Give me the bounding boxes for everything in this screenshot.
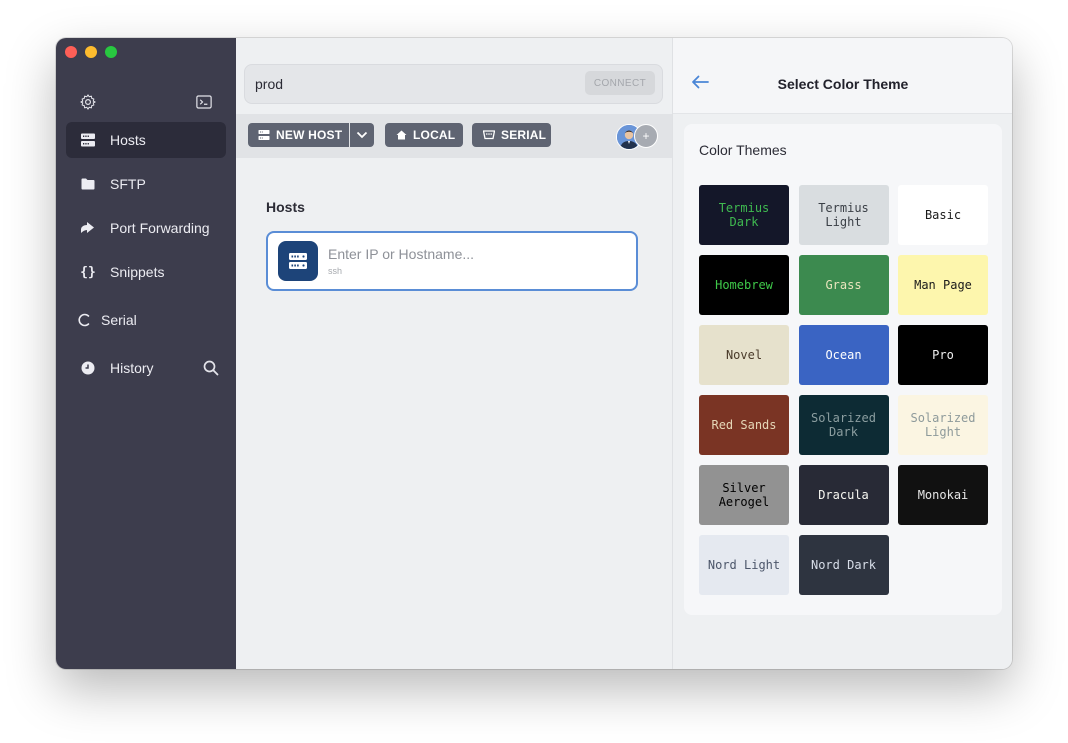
- close-window-button[interactable]: [65, 46, 77, 58]
- serial-port-icon: [483, 130, 495, 140]
- theme-tile-nord-dark[interactable]: Nord Dark: [798, 535, 889, 595]
- plus-icon: +: [642, 129, 650, 143]
- sidebar-item-port-forwarding[interactable]: Port Forwarding: [66, 210, 226, 246]
- theme-tile-silver-aerogel[interactable]: Silver Aerogel: [699, 465, 789, 525]
- theme-tile-solarized-dark[interactable]: Solarized Dark: [798, 395, 889, 455]
- server-icon: [278, 241, 318, 281]
- window-controls: [65, 46, 117, 58]
- quick-connect-bar: CONNECT: [244, 64, 663, 104]
- color-theme-panel: Select Color Theme Color Themes Termius …: [672, 38, 1012, 669]
- hostname-placeholder: Enter IP or Hostname...: [328, 246, 475, 262]
- theme-tile-termius-light[interactable]: Termius Light: [798, 185, 889, 245]
- folder-icon: [80, 176, 96, 192]
- theme-tile-dracula[interactable]: Dracula: [798, 465, 889, 525]
- main-panel: CONNECT NEW HOST LOCAL SERIAL: [236, 38, 672, 669]
- sidebar-item-label: SFTP: [110, 176, 146, 192]
- hosts-toolbar: NEW HOST LOCAL SERIAL +: [236, 114, 672, 158]
- sidebar-item-label: Hosts: [110, 132, 146, 148]
- search-icon[interactable]: [202, 359, 220, 377]
- new-host-dropdown-button[interactable]: [350, 123, 374, 147]
- server-icon: [258, 130, 270, 140]
- theme-tile-ocean[interactable]: Ocean: [798, 325, 889, 385]
- panel-title: Select Color Theme: [777, 76, 909, 92]
- theme-tile-monokai[interactable]: Monokai: [898, 465, 988, 525]
- connect-button[interactable]: CONNECT: [585, 71, 655, 95]
- new-host-label: NEW HOST: [276, 128, 343, 142]
- theme-tile-pro[interactable]: Pro: [898, 325, 988, 385]
- theme-tile-novel[interactable]: Novel: [699, 325, 789, 385]
- color-themes-card: Color Themes Termius Dark Termius Light Ba…: [684, 124, 1002, 615]
- clock-icon: [80, 360, 96, 376]
- sidebar-item-serial[interactable]: Serial: [66, 302, 226, 338]
- home-icon: [396, 130, 407, 140]
- maximize-window-button[interactable]: [105, 46, 117, 58]
- color-themes-label: Color Themes: [699, 142, 787, 158]
- theme-tile-man-page[interactable]: Man Page: [898, 255, 988, 315]
- chevron-down-icon: [356, 131, 368, 139]
- local-label: LOCAL: [413, 128, 456, 142]
- sidebar-item-history[interactable]: History: [66, 350, 226, 386]
- sidebar-item-label: Serial: [101, 312, 137, 328]
- new-host-button[interactable]: NEW HOST: [248, 123, 349, 147]
- terminal-icon[interactable]: [195, 93, 213, 111]
- server-icon: [80, 132, 96, 148]
- hosts-section-title: Hosts: [266, 199, 305, 215]
- theme-tile-grass[interactable]: Grass: [798, 255, 889, 315]
- theme-tile-homebrew[interactable]: Homebrew: [699, 255, 789, 315]
- sidebar-item-label: History: [110, 360, 154, 376]
- serial-button[interactable]: SERIAL: [472, 123, 551, 147]
- add-member-button[interactable]: +: [634, 124, 658, 148]
- minimize-window-button[interactable]: [85, 46, 97, 58]
- sidebar-item-snippets[interactable]: {} Snippets: [66, 254, 226, 290]
- theme-tile-basic[interactable]: Basic: [898, 185, 988, 245]
- sidebar-item-label: Port Forwarding: [110, 220, 210, 236]
- sidebar-item-hosts[interactable]: Hosts: [66, 122, 226, 158]
- new-host-input-card[interactable]: Enter IP or Hostname... ssh: [266, 231, 638, 291]
- sidebar-item-sftp[interactable]: SFTP: [66, 166, 226, 202]
- local-button[interactable]: LOCAL: [385, 123, 463, 147]
- serial-icon: [76, 312, 92, 328]
- protocol-label: ssh: [328, 266, 343, 276]
- braces-icon: {}: [80, 264, 96, 280]
- sidebar-item-label: Snippets: [110, 264, 165, 280]
- theme-tile-solarized-light[interactable]: Solarized Light: [898, 395, 988, 455]
- forward-arrow-icon: [80, 220, 96, 236]
- quick-connect-input[interactable]: [255, 74, 575, 94]
- panel-header: Select Color Theme: [673, 38, 1012, 114]
- theme-tile-nord-light[interactable]: Nord Light: [699, 535, 789, 595]
- app-window: Hosts SFTP Port Forwarding {} Snippets S…: [56, 38, 1012, 669]
- sidebar: Hosts SFTP Port Forwarding {} Snippets S…: [56, 38, 236, 669]
- theme-tile-termius-dark[interactable]: Termius Dark: [699, 185, 789, 245]
- theme-tile-red-sands[interactable]: Red Sands: [699, 395, 789, 455]
- gear-icon[interactable]: [79, 93, 97, 111]
- serial-label: SERIAL: [501, 128, 547, 142]
